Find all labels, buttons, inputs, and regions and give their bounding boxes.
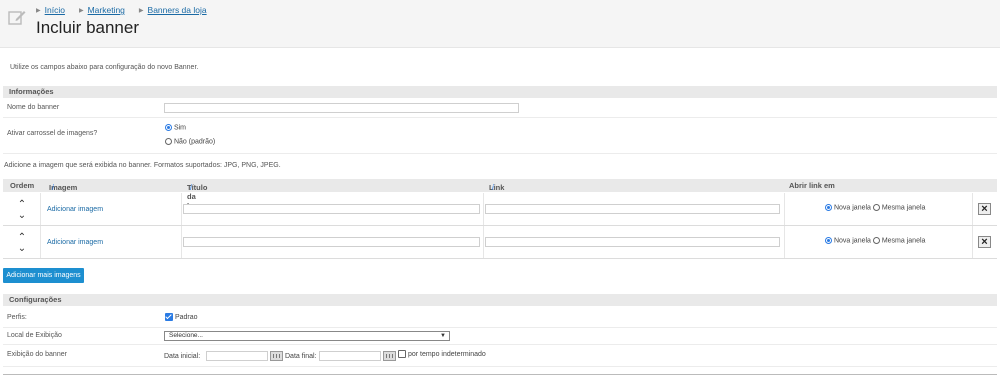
radio-mesma-janela[interactable] [872, 237, 880, 244]
order-arrows[interactable]: ⌃ ⌄ [14, 199, 30, 221]
data-inicial-input[interactable] [206, 351, 268, 361]
row-carrossel: Ativar carrossel de imagens? Sim Não (pa… [3, 118, 997, 154]
opt-sim[interactable]: Sim [165, 124, 186, 131]
abrir-link-options: Nova janela Mesma janela [825, 237, 925, 244]
delete-row-button[interactable]: × [978, 236, 991, 248]
mesma-janela-label: Mesma janela [881, 204, 926, 212]
info-icon: i [492, 183, 494, 192]
add-more-images-button[interactable]: Adicionar mais imagens [3, 268, 84, 283]
move-down-icon[interactable]: ⌄ [14, 243, 30, 254]
move-up-icon[interactable]: ⌃ [14, 199, 30, 210]
divider [3, 374, 997, 375]
row-nome-banner: Nome do banner [3, 98, 997, 118]
breadcrumb-arrow-icon: ▶ [78, 7, 84, 14]
calendar-icon[interactable] [270, 351, 283, 361]
local-exibicao-select[interactable]: Selecione... ▼ [164, 331, 450, 341]
page-title: Incluir banner [36, 18, 140, 37]
data-final-input[interactable] [319, 351, 381, 361]
titulo-input[interactable] [183, 237, 480, 247]
image-note: Adicione a imagem que será exibida no ba… [4, 162, 281, 169]
row-exibicao-banner: Exibição do banner Data inicial: Data fi… [3, 345, 997, 367]
breadcrumb-arrow-icon: ▶ [138, 7, 144, 14]
delete-row-button[interactable]: × [978, 203, 991, 215]
breadcrumb-inicio[interactable]: Início [45, 5, 65, 15]
info-icon: i [52, 183, 54, 192]
nova-janela-label: Nova janela [833, 204, 871, 212]
perfis-label: Perfis: [7, 314, 27, 321]
section-informacoes: Informações [3, 86, 997, 98]
exibicao-banner-label: Exibição do banner [7, 351, 67, 358]
perfil-padrao-label: Padrao [174, 313, 198, 321]
radio-nova-janela[interactable] [825, 204, 832, 211]
carrossel-label: Ativar carrossel de imagens? [7, 130, 98, 137]
nova-janela-label: Nova janela [833, 237, 871, 245]
intro-text: Utilize os campos abaixo para configuraç… [10, 64, 199, 71]
abrir-link-options: Nova janela Mesma janela [825, 204, 925, 211]
radio-nao[interactable] [165, 138, 172, 145]
order-arrows[interactable]: ⌃ ⌄ [14, 232, 30, 254]
table-row: ⌃ ⌄ Adicionar imagem Nova janela Mesma j… [3, 193, 997, 226]
move-up-icon[interactable]: ⌃ [14, 232, 30, 243]
data-inicial-label: Data inicial: [164, 353, 201, 360]
info-icon: i [190, 183, 192, 192]
chevron-down-icon: ▼ [440, 333, 446, 339]
perfil-padrao-checkbox[interactable] [165, 313, 173, 321]
link-input[interactable] [485, 204, 780, 214]
local-exibicao-label: Local de Exibição [7, 332, 62, 339]
breadcrumb-banners[interactable]: Banners da loja [148, 5, 207, 15]
row-perfis: Perfis: Padrao [3, 306, 997, 328]
images-table-header: Ordem Imagemi Título da Imagemi Linki Ab… [3, 179, 997, 210]
breadcrumb-arrow-icon: ▶ [36, 7, 41, 14]
breadcrumb: ▶ Início ▶ Marketing ▶ Banners da loja [36, 5, 221, 15]
row-local-exibicao: Local de Exibição [3, 328, 997, 345]
nome-banner-input[interactable] [164, 103, 519, 113]
opt-sim-label: Sim [173, 124, 187, 132]
nome-banner-label: Nome do banner [7, 104, 60, 111]
indeterminado-checkbox[interactable] [398, 350, 406, 358]
titulo-input[interactable] [183, 204, 480, 214]
radio-sim[interactable] [165, 124, 172, 131]
calendar-icon[interactable] [383, 351, 396, 361]
move-down-icon[interactable]: ⌄ [14, 210, 30, 221]
radio-mesma-janela[interactable] [872, 204, 880, 211]
mesma-janela-label: Mesma janela [881, 237, 926, 245]
local-exibicao-value: Selecione... [169, 332, 203, 339]
data-final-label: Data final: [285, 353, 317, 360]
edit-page-icon [8, 11, 26, 25]
indeterminado-label: por tempo indeterminado [407, 350, 486, 358]
perfil-padrao-option[interactable]: Padrao [165, 313, 198, 321]
col-ordem: Ordem [10, 181, 35, 190]
col-abrir: Abrir link em [789, 181, 835, 190]
section-configuracoes: Configurações [3, 294, 997, 306]
table-row: ⌃ ⌄ Adicionar imagem Nova janela Mesma j… [3, 226, 997, 259]
indeterminado-option[interactable]: por tempo indeterminado [398, 350, 486, 358]
page-header: ▶ Início ▶ Marketing ▶ Banners da loja Incl… [0, 0, 1000, 48]
add-image-link[interactable]: Adicionar imagem [47, 239, 103, 246]
add-image-link[interactable]: Adicionar imagem [47, 206, 103, 213]
opt-nao-label: Não (padrão) [173, 138, 216, 146]
breadcrumb-marketing[interactable]: Marketing [88, 5, 125, 15]
radio-nova-janela[interactable] [825, 237, 832, 244]
opt-nao[interactable]: Não (padrão) [165, 138, 215, 145]
link-input[interactable] [485, 237, 780, 247]
